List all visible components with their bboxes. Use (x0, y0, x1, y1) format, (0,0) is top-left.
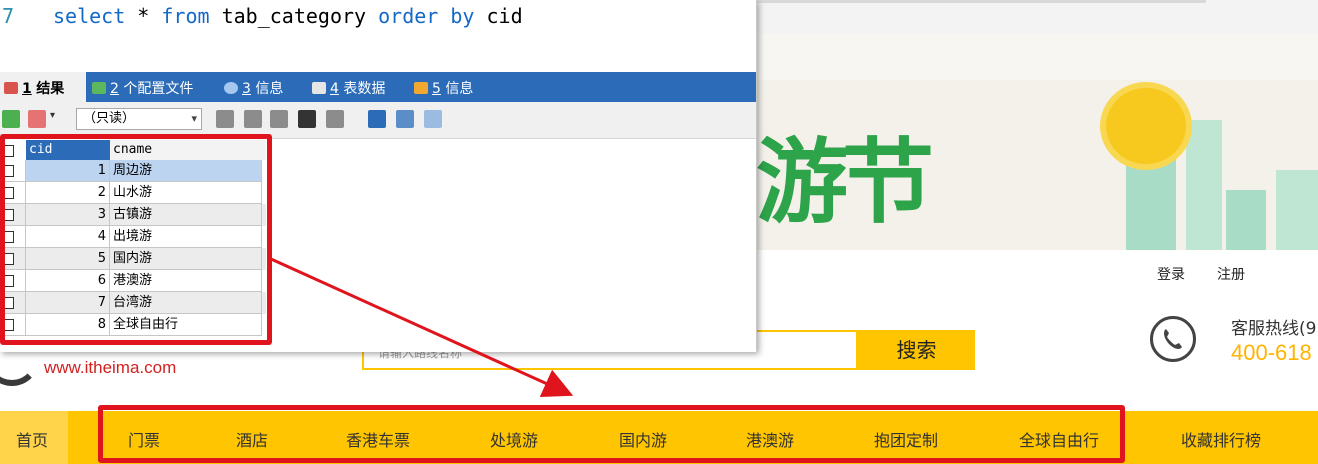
callout-arrow (270, 257, 574, 398)
